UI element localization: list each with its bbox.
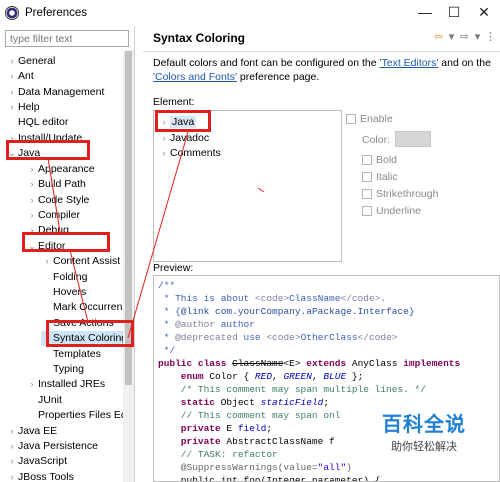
- watermark: 百科全说 助你轻松解决: [364, 408, 484, 454]
- annotation-arrow: [47, 157, 61, 233]
- annotation-arrow: [127, 131, 189, 339]
- watermark-subtitle: 助你轻松解决: [391, 440, 457, 453]
- watermark-title: 百科全说: [382, 412, 466, 436]
- annotation-arrow: [69, 249, 89, 323]
- annotation-tick: [257, 187, 265, 193]
